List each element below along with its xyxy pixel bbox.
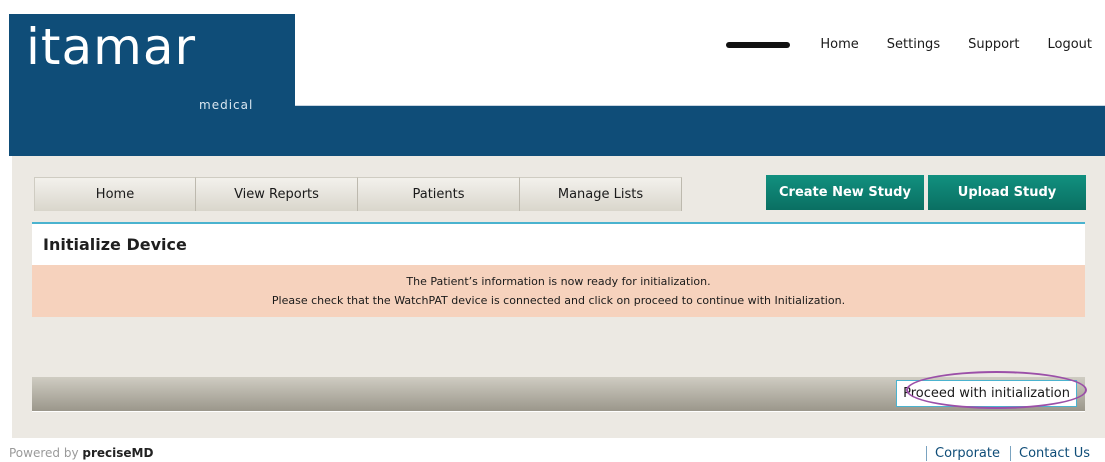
logo: itamar: [26, 18, 197, 76]
powered-by-name: preciseMD: [82, 446, 154, 460]
panel-title: Initialize Device: [32, 224, 1085, 265]
create-new-study-button[interactable]: Create New Study: [766, 175, 924, 210]
header: itamar medical Home Settings Support Log…: [9, 14, 1105, 156]
topnav-logout[interactable]: Logout: [1047, 37, 1092, 52]
contact-us-link[interactable]: Contact Us: [1010, 446, 1090, 461]
topnav-home[interactable]: Home: [820, 37, 858, 52]
panel-body: [32, 317, 1085, 377]
tab-home[interactable]: Home: [34, 177, 196, 211]
action-bar: Proceed with initialization: [32, 371, 1087, 411]
top-nav: Home Settings Support Logout: [726, 37, 1092, 52]
tab-bar: Home View Reports Patients Manage Lists: [34, 177, 682, 211]
tab-view-reports[interactable]: View Reports: [196, 177, 358, 211]
tab-patients[interactable]: Patients: [358, 177, 520, 211]
powered-by-label: Powered by: [9, 446, 79, 460]
topnav-settings[interactable]: Settings: [887, 37, 940, 52]
topnav-support[interactable]: Support: [968, 37, 1019, 52]
initialize-device-panel: Initialize Device The Patient’s informat…: [32, 222, 1087, 412]
tab-manage-lists[interactable]: Manage Lists: [520, 177, 682, 211]
corporate-link[interactable]: Corporate: [926, 446, 1000, 461]
proceed-with-initialization-button[interactable]: Proceed with initialization: [896, 380, 1077, 407]
footer-links: Corporate Contact Us: [916, 446, 1090, 461]
header-white-strip: [295, 14, 1105, 106]
main-area: Home View Reports Patients Manage Lists …: [12, 156, 1105, 438]
notice-box: The Patient’s information is now ready f…: [32, 265, 1085, 317]
notice-line-1: The Patient’s information is now ready f…: [406, 275, 711, 288]
notice-line-2: Please check that the WatchPAT device is…: [271, 294, 846, 307]
upload-study-button[interactable]: Upload Study: [928, 175, 1086, 210]
logo-subtitle: medical: [199, 98, 254, 112]
powered-by: Powered by preciseMD: [9, 446, 153, 460]
redacted-username: [726, 41, 791, 48]
